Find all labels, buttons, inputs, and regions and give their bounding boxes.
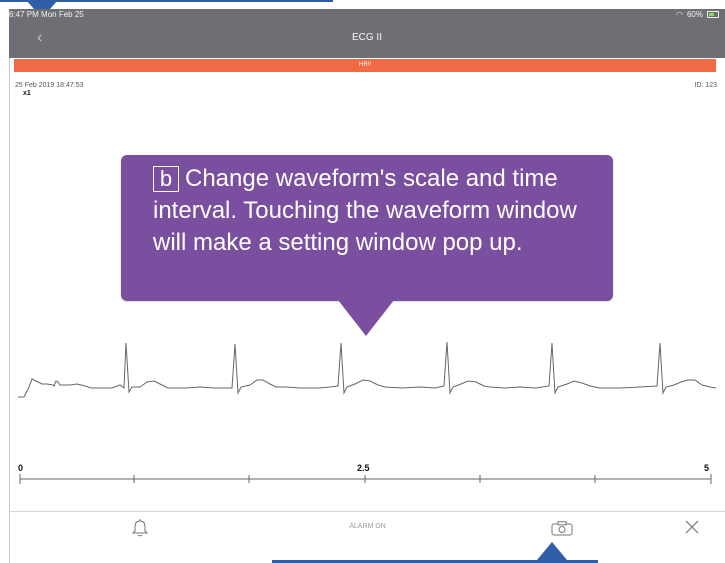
axis-label-start: 0 [18, 463, 24, 473]
page-title: ECG II [351, 32, 382, 43]
instruction-callout: b Change waveform's scale and time interv… [121, 155, 613, 301]
status-bar: 6:47 PM Mon Feb 25 ◠ 60% [9, 9, 725, 20]
callout-pointer [338, 300, 394, 336]
axis-label-end: 5 [704, 463, 710, 473]
bottom-toolbar: ALARM ON [10, 512, 725, 542]
navigation-bar: ‹ ECG II [9, 20, 725, 58]
battery-icon [707, 11, 719, 18]
callout-text-block: b Change waveform's scale and time interv… [153, 163, 603, 259]
status-left: 6:47 PM Mon Feb 25 [9, 9, 84, 20]
alarm-status: ALARM ON [349, 523, 386, 530]
patient-id: ID: 123 [694, 82, 717, 89]
ecg-waveform[interactable] [0, 330, 725, 440]
callout-badge: b [153, 166, 179, 192]
axis-label-mid: 2.5 [357, 463, 370, 473]
camera-icon[interactable] [551, 521, 573, 536]
alarm-banner: HR!! [14, 59, 716, 72]
wifi-icon: ◠ [676, 10, 683, 19]
ecg-trace [18, 341, 717, 398]
close-icon[interactable] [683, 518, 701, 536]
status-time: 6:47 PM [9, 10, 39, 19]
battery-percent: 60% [686, 10, 703, 19]
waveform-scale[interactable]: x1 [23, 90, 31, 97]
callout-text: Change waveform's scale and time interva… [153, 165, 577, 256]
record-datetime: 25 Feb 2019 18:47:53 [15, 82, 84, 89]
annotation-bottom-arrow [537, 542, 567, 560]
status-date: Mon Feb 25 [41, 10, 84, 19]
status-right: ◠ 60% [676, 9, 719, 20]
